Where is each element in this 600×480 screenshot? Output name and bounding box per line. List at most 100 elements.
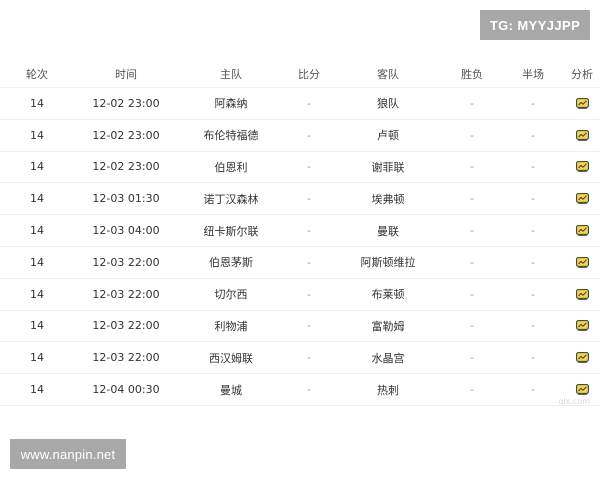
cell-home-team: 阿森纳 bbox=[214, 97, 248, 111]
cell-result: - bbox=[470, 192, 474, 206]
table-row: 14 12-02 23:00 阿森纳 - 狼队 - - bbox=[0, 88, 600, 120]
cell-time: 12-03 22:00 bbox=[92, 319, 160, 333]
analysis-chart-icon[interactable] bbox=[575, 129, 589, 141]
cell-result: - bbox=[470, 383, 474, 397]
analysis-button[interactable] bbox=[564, 97, 600, 109]
cell-score: - bbox=[307, 255, 311, 269]
cell-time: 12-03 22:00 bbox=[92, 255, 160, 269]
cell-half-time: - bbox=[531, 351, 535, 365]
cell-result: - bbox=[470, 224, 474, 238]
header-home-team: 主队 bbox=[220, 67, 242, 81]
cell-round: 14 bbox=[30, 383, 44, 397]
analysis-button[interactable] bbox=[564, 193, 600, 205]
cell-result: - bbox=[470, 351, 474, 365]
analysis-chart-icon[interactable] bbox=[575, 225, 589, 236]
table-row: 14 12-04 00:30 曼城 - 热刺 - - bbox=[0, 374, 600, 406]
cell-result: - bbox=[470, 96, 474, 110]
cell-time: 12-04 00:30 bbox=[92, 383, 160, 397]
header-away-team: 客队 bbox=[377, 67, 399, 81]
cell-result: - bbox=[470, 319, 474, 333]
site-url-badge: www.nanpin.net bbox=[10, 439, 126, 469]
analysis-button[interactable] bbox=[564, 320, 600, 332]
cell-away-team: 狼队 bbox=[377, 97, 399, 111]
cell-time: 12-02 23:00 bbox=[92, 128, 160, 142]
cell-round: 14 bbox=[30, 224, 44, 238]
cell-away-team: 曼联 bbox=[377, 224, 399, 238]
table-row: 14 12-03 01:30 诺丁汉森林 - 埃弗顿 - - bbox=[0, 183, 600, 216]
cell-half-time: - bbox=[531, 383, 535, 397]
corner-watermark: qlx.com bbox=[558, 397, 590, 406]
analysis-button[interactable] bbox=[564, 384, 600, 395]
cell-half-time: - bbox=[531, 255, 535, 269]
analysis-chart-icon[interactable] bbox=[575, 193, 589, 205]
table-row: 14 12-03 22:00 伯恩茅斯 - 阿斯顿维拉 - - bbox=[0, 247, 600, 279]
cell-home-team: 切尔西 bbox=[214, 288, 248, 302]
analysis-chart-icon[interactable] bbox=[575, 288, 589, 300]
cell-away-team: 埃弗顿 bbox=[371, 192, 405, 206]
analysis-button[interactable] bbox=[564, 161, 600, 173]
cell-score: - bbox=[307, 383, 311, 397]
cell-time: 12-03 22:00 bbox=[92, 351, 160, 365]
match-schedule-table: 轮次 时间 主队 比分 客队 胜负 半场 分析 14 12-02 23:00 阿森纳… bbox=[0, 60, 600, 406]
analysis-chart-icon[interactable] bbox=[575, 97, 589, 109]
cell-away-team: 谢菲联 bbox=[371, 160, 405, 174]
cell-away-team: 水晶宫 bbox=[371, 351, 405, 365]
cell-home-team: 伯恩茅斯 bbox=[209, 256, 253, 270]
cell-score: - bbox=[307, 192, 311, 206]
analysis-chart-icon[interactable] bbox=[575, 384, 589, 395]
cell-time: 12-03 01:30 bbox=[92, 192, 160, 206]
cell-away-team: 卢顿 bbox=[377, 129, 399, 143]
cell-half-time: - bbox=[531, 287, 535, 301]
cell-round: 14 bbox=[30, 255, 44, 269]
header-result: 胜负 bbox=[461, 67, 483, 81]
table-row: 14 12-02 23:00 伯恩利 - 谢菲联 - - bbox=[0, 152, 600, 184]
cell-score: - bbox=[307, 351, 311, 365]
header-round: 轮次 bbox=[26, 67, 48, 81]
cell-round: 14 bbox=[30, 287, 44, 301]
cell-away-team: 热刺 bbox=[377, 383, 399, 397]
header-half-time: 半场 bbox=[522, 67, 544, 81]
cell-home-team: 布伦特福德 bbox=[203, 129, 259, 143]
cell-time: 12-02 23:00 bbox=[92, 160, 160, 174]
analysis-button[interactable] bbox=[564, 225, 600, 236]
cell-score: - bbox=[307, 224, 311, 238]
cell-half-time: - bbox=[531, 160, 535, 174]
cell-half-time: - bbox=[531, 128, 535, 142]
analysis-button[interactable] bbox=[564, 288, 600, 300]
analysis-chart-icon[interactable] bbox=[575, 161, 589, 173]
tg-contact-badge: TG: MYYJJPP bbox=[480, 10, 590, 40]
analysis-chart-icon[interactable] bbox=[575, 352, 589, 364]
cell-round: 14 bbox=[30, 319, 44, 333]
cell-half-time: - bbox=[531, 319, 535, 333]
cell-score: - bbox=[307, 287, 311, 301]
table-row: 14 12-03 22:00 西汉姆联 - 水晶宫 - - bbox=[0, 342, 600, 375]
analysis-button[interactable] bbox=[564, 129, 600, 141]
cell-time: 12-03 04:00 bbox=[92, 224, 160, 238]
cell-score: - bbox=[307, 128, 311, 142]
cell-score: - bbox=[307, 96, 311, 110]
cell-score: - bbox=[307, 319, 311, 333]
cell-home-team: 西汉姆联 bbox=[209, 351, 253, 365]
cell-home-team: 诺丁汉森林 bbox=[203, 192, 259, 206]
cell-round: 14 bbox=[30, 160, 44, 174]
analysis-chart-icon[interactable] bbox=[575, 256, 589, 268]
cell-result: - bbox=[470, 255, 474, 269]
cell-home-team: 纽卡斯尔联 bbox=[203, 224, 259, 238]
cell-half-time: - bbox=[531, 224, 535, 238]
table-row: 14 12-02 23:00 布伦特福德 - 卢顿 - - bbox=[0, 120, 600, 152]
analysis-button[interactable] bbox=[564, 256, 600, 268]
table-header-row: 轮次 时间 主队 比分 客队 胜负 半场 分析 bbox=[0, 60, 600, 88]
cell-away-team: 阿斯顿维拉 bbox=[360, 256, 416, 270]
cell-round: 14 bbox=[30, 96, 44, 110]
cell-result: - bbox=[470, 160, 474, 174]
analysis-button[interactable] bbox=[564, 352, 600, 364]
analysis-chart-icon[interactable] bbox=[575, 320, 589, 332]
cell-score: - bbox=[307, 160, 311, 174]
cell-half-time: - bbox=[531, 96, 535, 110]
cell-home-team: 伯恩利 bbox=[214, 160, 248, 174]
cell-round: 14 bbox=[30, 351, 44, 365]
cell-time: 12-03 22:00 bbox=[92, 287, 160, 301]
header-score: 比分 bbox=[298, 67, 320, 81]
table-row: 14 12-03 22:00 利物浦 - 富勒姆 - - bbox=[0, 311, 600, 343]
table-row: 14 12-03 04:00 纽卡斯尔联 - 曼联 - - bbox=[0, 215, 600, 247]
